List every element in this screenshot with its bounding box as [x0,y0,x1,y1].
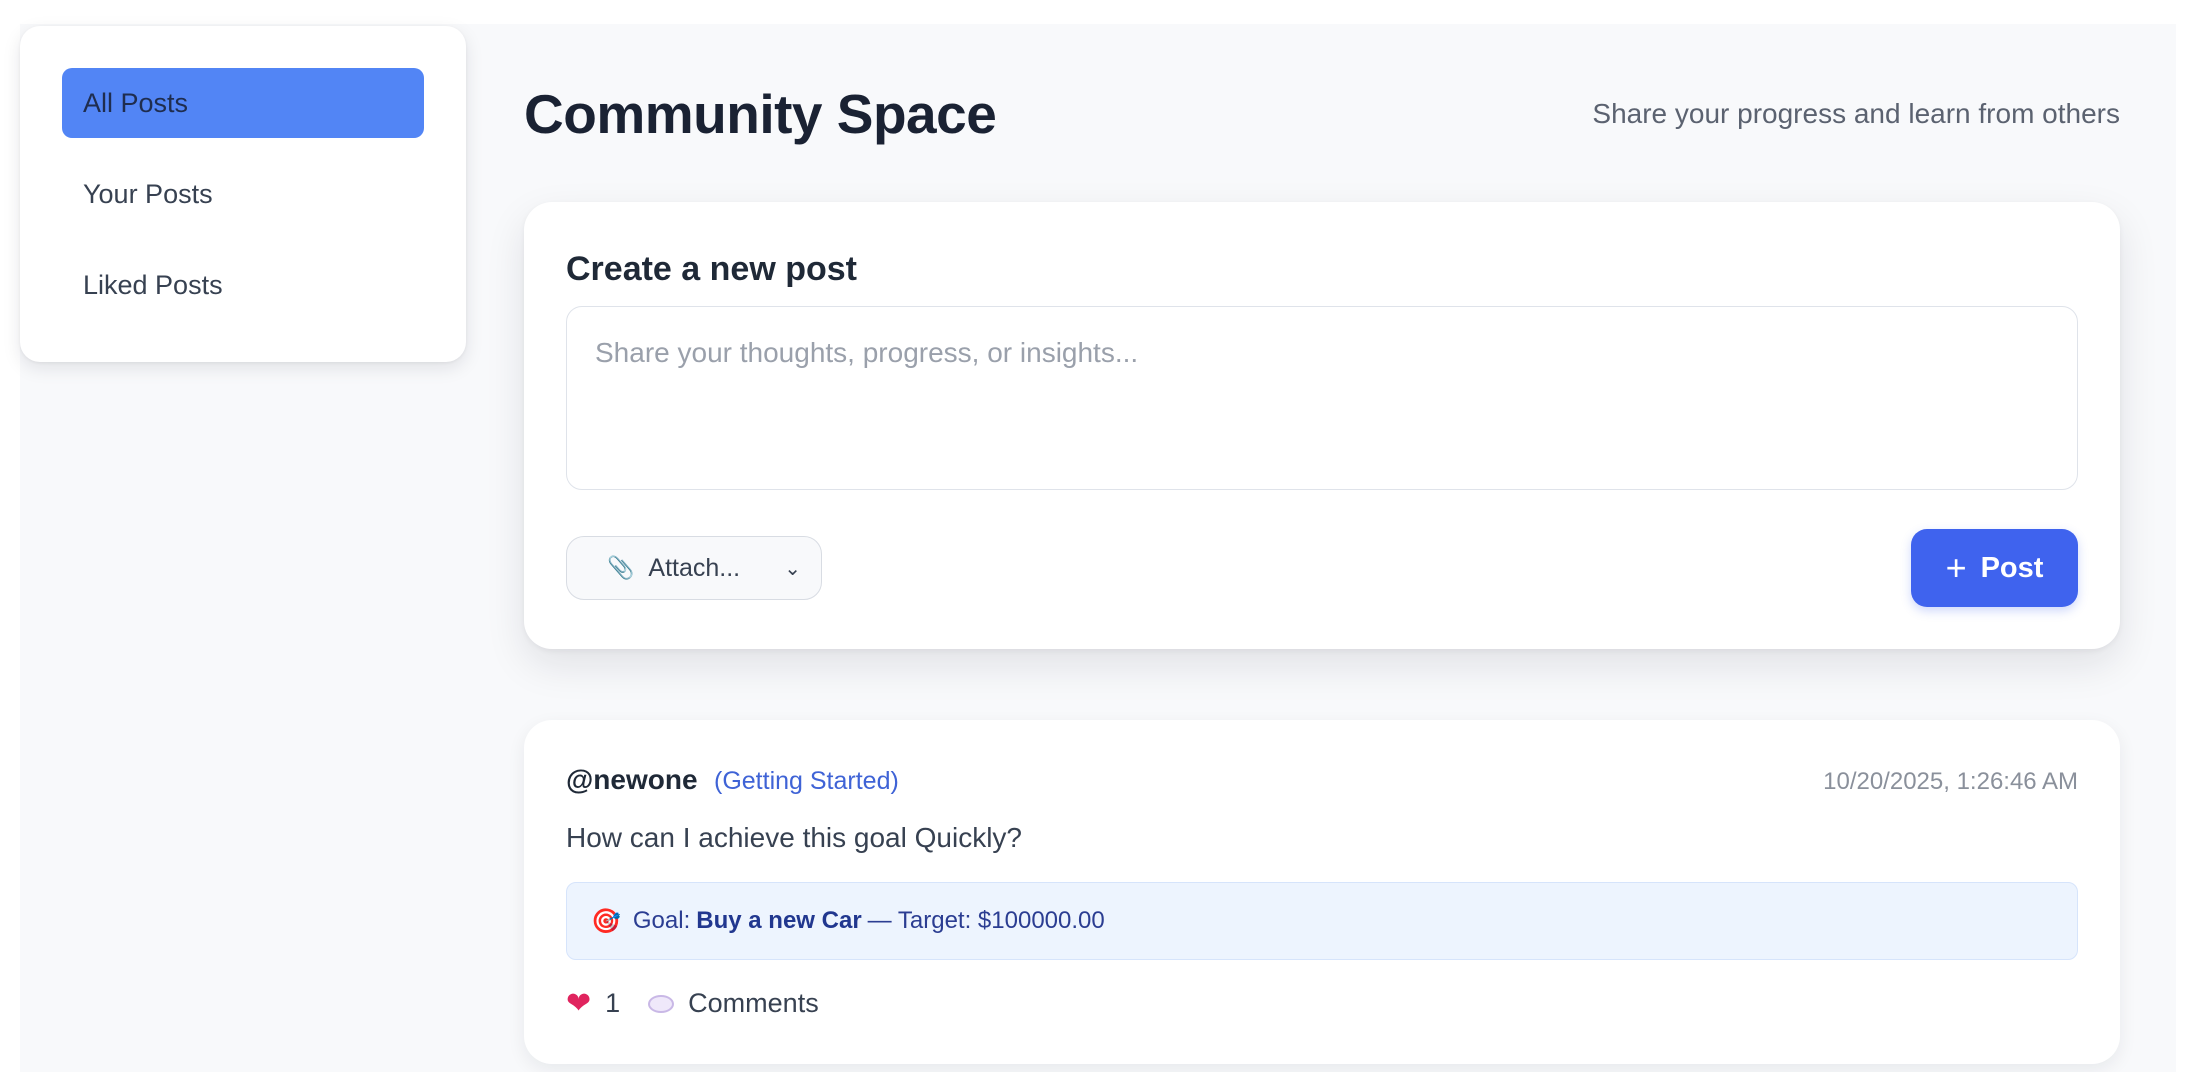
post-card: @newone (Getting Started) 10/20/2025, 1:… [524,720,2120,1064]
comments-label: Comments [688,988,819,1018]
attach-dropdown-label: Attach... [648,553,741,582]
heart-icon: ❤ [566,987,592,1020]
post-category-tag[interactable]: (Getting Started) [714,767,899,796]
app-background: All Posts Your Posts Liked Posts Communi… [20,24,2176,1072]
post-body: How can I achieve this goal Quickly? [566,822,1022,853]
post-button-label: Post [1980,551,2044,584]
post-timestamp: 10/20/2025, 1:26:46 AM [1823,768,2078,795]
page-title: Community Space [524,83,997,145]
post-author[interactable]: @newone [566,764,698,796]
goal-target: — Target: $100000.00 [867,907,1105,934]
goal-name: Buy a new Car [696,907,862,934]
sidebar: All Posts Your Posts Liked Posts [20,26,466,362]
chevron-down-icon: ⌄ [784,557,801,580]
like-button[interactable]: ❤ 1 [566,986,620,1021]
composer-title: Create a new post [566,250,857,288]
like-count: 1 [605,988,621,1018]
sidebar-item-label: All Posts [83,87,189,118]
sidebar-item-your-posts[interactable]: Your Posts [62,159,424,229]
plus-icon: + [1945,547,1967,588]
post-button[interactable]: + Post [1911,529,2078,607]
sidebar-item-liked-posts[interactable]: Liked Posts [62,250,424,320]
goal-attachment: 🎯 Goal: Buy a new Car — Target: $100000.… [566,882,2078,960]
new-post-card: Create a new post 📎 Attach... ⌄ + Post [524,202,2120,649]
sidebar-item-all-posts[interactable]: All Posts [62,68,424,138]
post-content-input[interactable] [566,306,2078,490]
goal-prefix: Goal: [632,907,691,934]
sidebar-item-label: Your Posts [83,178,213,209]
target-icon: 🎯 [591,907,621,935]
comments-button[interactable]: Comments [648,988,819,1019]
paperclip-icon: 📎 [607,555,635,580]
sidebar-item-label: Liked Posts [83,269,223,300]
speech-bubble-icon [648,994,675,1013]
attach-dropdown[interactable]: 📎 Attach... ⌄ [566,536,822,600]
page-subtitle: Share your progress and learn from other… [1592,98,2120,129]
post-actions: ❤ 1 Comments [566,986,819,1021]
